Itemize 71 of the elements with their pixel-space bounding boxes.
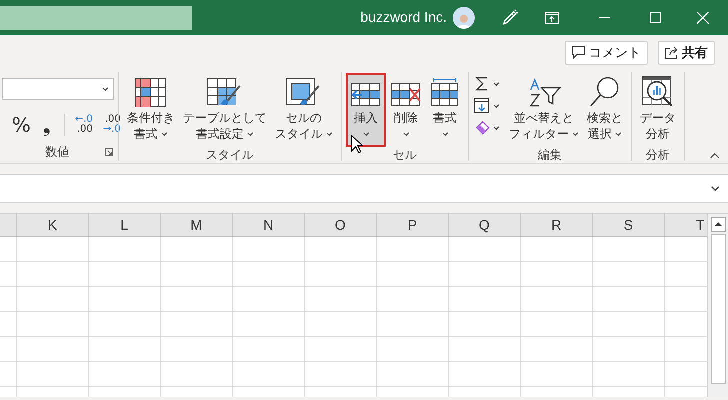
column-header[interactable]: S xyxy=(593,214,665,236)
group-label: 分析 xyxy=(645,147,671,164)
tool-button[interactable] xyxy=(474,98,500,114)
group-label: 編集 xyxy=(537,147,563,164)
search-field[interactable] xyxy=(0,6,192,30)
ribbon-button[interactable]: 検索と 選択 xyxy=(584,74,626,146)
caret-icon xyxy=(247,132,254,136)
grid-icon xyxy=(135,78,167,108)
group-label: スタイル xyxy=(205,147,255,164)
group-label: 数値 xyxy=(46,144,70,161)
sort-filter-icon xyxy=(527,78,561,108)
decimal-button[interactable]: ←.0 .00 xyxy=(73,115,93,135)
caret-icon xyxy=(102,86,109,92)
pen-icon[interactable] xyxy=(501,8,519,26)
close-icon[interactable] xyxy=(697,12,709,24)
caret-icon xyxy=(493,104,500,108)
comment-icon xyxy=(572,46,586,60)
collapse-ribbon-icon[interactable] xyxy=(710,153,720,159)
share-icon xyxy=(665,46,679,60)
group-label: セル xyxy=(392,147,418,164)
comment-button[interactable]: コメント xyxy=(565,40,648,64)
scroll-up-icon[interactable] xyxy=(710,217,726,232)
format-cells-icon xyxy=(430,78,460,108)
ribbon-button[interactable]: 挿入 xyxy=(347,74,385,146)
table-brush-icon xyxy=(207,78,243,108)
column-header[interactable]: M xyxy=(161,214,233,236)
magnifier-chart-icon xyxy=(642,76,674,108)
caret-icon xyxy=(572,132,579,136)
column-header[interactable]: O xyxy=(305,214,377,236)
scroll-thumb[interactable] xyxy=(710,234,726,384)
eraser-icon xyxy=(474,120,490,136)
column-header[interactable]: P xyxy=(377,214,449,236)
column-header[interactable]: N xyxy=(233,214,305,236)
expand-caret-icon[interactable] xyxy=(711,186,720,192)
number-format-button[interactable]: ❟ xyxy=(38,110,56,140)
insert-cells-icon xyxy=(350,82,382,108)
cell-brush-icon xyxy=(286,78,322,108)
caret-icon xyxy=(161,132,168,136)
minimize-icon[interactable] xyxy=(599,16,610,18)
caret-icon xyxy=(326,132,333,136)
tool-button[interactable] xyxy=(474,76,500,92)
ribbon-button[interactable]: 条件付き 書式 xyxy=(124,74,178,146)
mouse-cursor-icon xyxy=(351,135,363,154)
dialog-launcher-icon[interactable] xyxy=(105,148,113,156)
caret-icon xyxy=(493,82,500,86)
avatar-icon[interactable] xyxy=(453,6,475,28)
share-button[interactable]: 共有 xyxy=(658,40,715,64)
column-header[interactable]: L xyxy=(89,214,161,236)
ribbon-button[interactable]: データ 分析 xyxy=(637,74,679,146)
column-header[interactable]: K xyxy=(17,214,89,236)
caret-icon xyxy=(493,126,500,130)
sigma-icon xyxy=(474,76,490,92)
ribbon-button[interactable]: 並べ替えと フィルター xyxy=(506,74,582,146)
ribbon-display-icon[interactable] xyxy=(545,12,559,24)
fill-down-icon xyxy=(474,98,490,114)
ribbon-button[interactable]: 削除 xyxy=(387,74,425,146)
ribbon-button[interactable]: セルの スタイル xyxy=(272,74,336,146)
caret-icon xyxy=(402,132,410,136)
caret-icon xyxy=(362,132,370,136)
delete-cells-icon xyxy=(390,82,422,108)
column-header[interactable]: R xyxy=(521,214,593,236)
column-header[interactable]: Q xyxy=(449,214,521,236)
maximize-icon[interactable] xyxy=(650,12,661,23)
ribbon-button[interactable]: 書式 xyxy=(427,74,463,146)
caret-icon xyxy=(615,132,622,136)
ribbon-button[interactable]: テーブルとして 書式設定 xyxy=(180,74,270,146)
search-icon xyxy=(589,76,621,108)
scrollbar[interactable] xyxy=(707,214,728,397)
user-name: buzzword Inc. xyxy=(360,8,447,27)
number-format-button[interactable]: % xyxy=(12,110,30,140)
caret-icon xyxy=(442,132,448,136)
